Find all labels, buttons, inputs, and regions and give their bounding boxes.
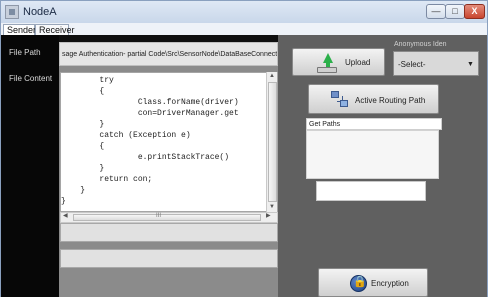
app-icon [5,5,19,19]
output-field-2[interactable] [60,249,278,268]
file-path-label: File Path [9,48,41,57]
code-line: e.printStackTrace() [61,153,230,162]
scroll-up-icon[interactable]: ▲ [269,73,275,79]
upload-label: Upload [345,58,371,67]
encryption-label: Encryption [371,279,409,288]
code-line: } [61,186,86,195]
scroll-grip-icon: III [156,213,162,219]
code-line: try [61,76,114,85]
code-line: return con; [61,175,153,184]
minimize-button[interactable]: — [426,4,446,19]
sender-panel: File Path File Content sage Authenticati… [1,35,487,297]
vertical-scroll-thumb[interactable] [268,82,277,202]
lock-icon [350,275,367,292]
upload-button[interactable]: Upload [292,48,385,76]
scroll-down-icon[interactable]: ▼ [269,204,275,210]
anonymous-identity-select[interactable]: -Select- ▼ [393,51,479,76]
active-routing-path-button[interactable]: Active Routing Path [308,84,439,114]
output-field-1[interactable] [60,223,278,242]
scroll-right-icon[interactable]: ▶ [266,212,271,219]
upload-icon [315,53,339,74]
file-path-field[interactable]: sage Authentication- partial Code\Src\Se… [59,42,278,66]
horizontal-scrollbar[interactable]: ◀ III ▶ [60,212,278,223]
encryption-button[interactable]: Encryption [318,268,428,297]
tab-strip: Sender Receiver [1,23,487,36]
window-title: NodeA [23,6,57,18]
routing-label: Active Routing Path [355,96,426,105]
code-line: } [61,120,105,129]
code-line: Class.forName(driver) [61,98,239,107]
file-content-area[interactable]: try { Class.forName(driver) con=DriverMa… [60,72,278,212]
code-line: con=DriverManager.get [61,109,239,118]
network-icon [331,91,349,109]
code-line: catch (Exception e) [61,131,191,140]
file-content-label: File Content [9,74,53,83]
anonymous-identity-label: Anonymous Iden [394,41,447,48]
maximize-button[interactable]: □ [445,4,465,19]
scroll-left-icon[interactable]: ◀ [63,212,68,219]
path-output-field[interactable] [316,181,426,201]
chevron-down-icon[interactable]: ▼ [467,52,474,77]
close-button[interactable]: X [464,4,485,19]
code-line: } [61,197,66,206]
title-bar: NodeA — □ X [1,1,487,23]
get-paths-list[interactable] [306,130,439,179]
select-value: -Select- [398,60,426,69]
code-line: } [61,164,105,173]
horizontal-scroll-thumb[interactable]: III [73,213,261,221]
app-window: NodeA — □ X Sender Receiver File Path Fi… [0,0,488,297]
code-line: { [61,87,105,96]
code-line: { [61,142,105,151]
get-paths-header: Get Paths [306,118,442,130]
vertical-scrollbar[interactable]: ▲ ▼ [266,72,277,212]
